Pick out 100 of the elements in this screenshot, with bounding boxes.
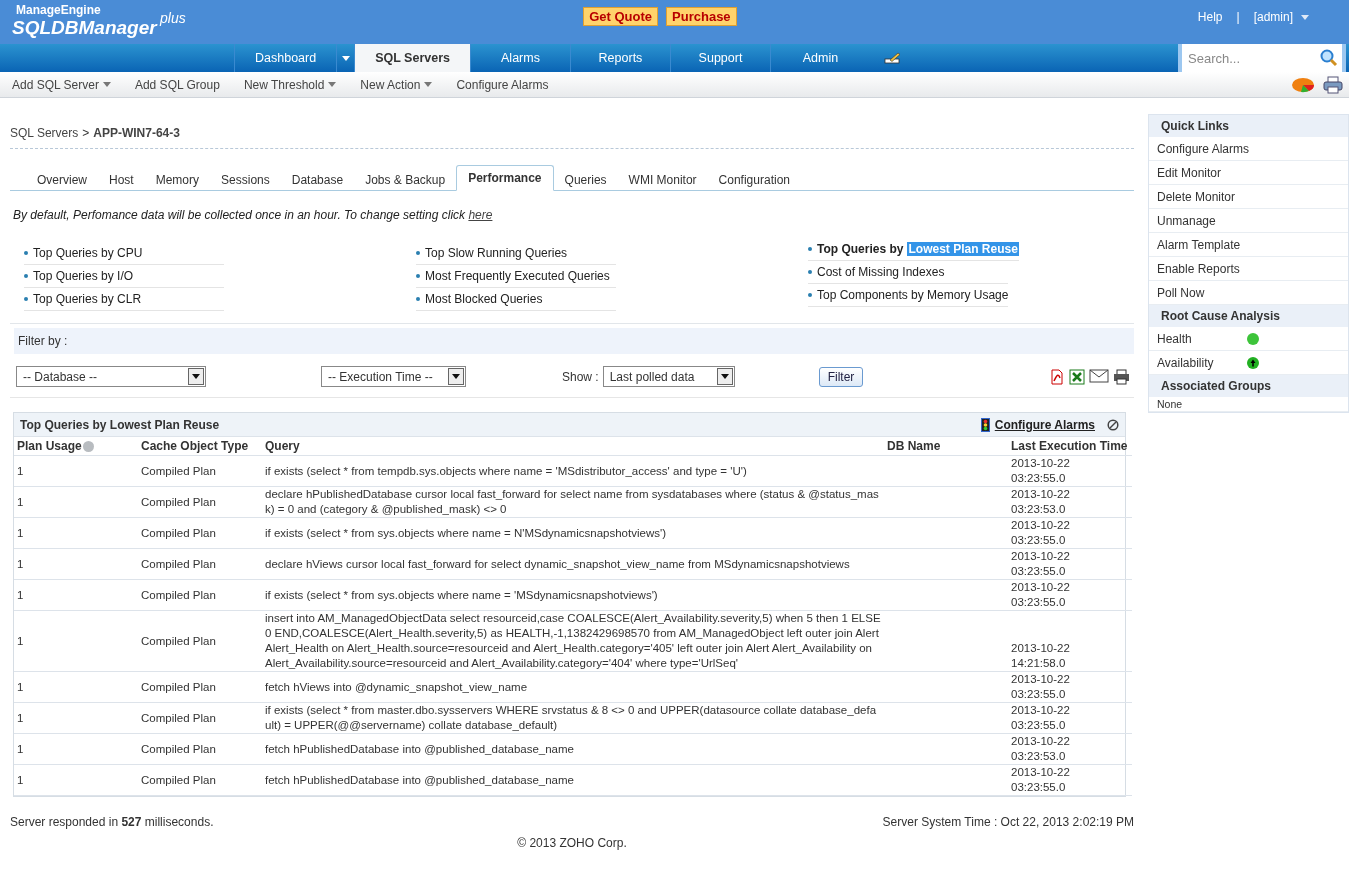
spreadsheet-icon[interactable]	[1069, 368, 1085, 385]
table-cell: 2013-10-22 03:23:55.0	[1008, 703, 1132, 734]
table-cell: 2013-10-22 14:21:58.0	[1008, 611, 1132, 672]
table-cell: 2013-10-22 03:23:55.0	[1008, 672, 1132, 703]
disable-icon[interactable]	[1107, 418, 1119, 431]
table-cell: 1	[14, 487, 138, 518]
show-label: Show :	[562, 369, 599, 384]
tab[interactable]: Jobs & Backup	[354, 169, 457, 191]
table-cell: 2013-10-22 03:23:55.0	[1008, 518, 1132, 549]
table-cell: 1	[14, 765, 138, 796]
sidebar-link[interactable]: Configure Alarms	[1149, 137, 1348, 161]
report-link[interactable]: Cost of Missing Indexes	[808, 261, 1008, 284]
dropdown[interactable]: -- Execution Time --	[321, 366, 466, 387]
filter-button[interactable]: Filter	[818, 366, 864, 387]
table-cell: 2013-10-22 03:23:55.0	[1008, 580, 1132, 611]
table-cell: Compiled Plan	[138, 456, 262, 487]
caret-icon	[192, 374, 200, 379]
sidebar-link[interactable]: Unmanage	[1149, 209, 1348, 233]
column-header: Cache Object Type	[138, 437, 262, 456]
toolbar-menu-item[interactable]: New Threshold	[243, 77, 337, 92]
table-cell: 1	[14, 549, 138, 580]
tab[interactable]: Configuration	[707, 169, 801, 191]
tab[interactable]: Host	[98, 169, 145, 191]
copyright-text: © 2013 ZOHO Corp.	[517, 836, 627, 850]
query-cell: if exists (select * from tempdb.sys.objects where name = 'MSdistributor_access' and type = 'U')	[262, 456, 884, 487]
header-button[interactable]: Get Quote	[583, 7, 659, 26]
nav-tab[interactable]: SQL Servers	[354, 44, 470, 72]
configure-alarms-link[interactable]: Configure Alarms	[994, 417, 1095, 432]
query-cell: if exists (select * from sys.objects where name = 'MSdynamicsnapshotviews')	[262, 580, 884, 611]
report-link[interactable]: Top Components by Memory Usage	[808, 284, 1009, 307]
printer-icon[interactable]	[1323, 75, 1343, 94]
report-link[interactable]: Top Queries by CLR	[24, 288, 224, 311]
query-cell: if exists (select * from master.dbo.sysservers WHERE srvstatus & 8 <> 0 and UPPER(datasource collate database_default) = UPPER(@@servername) collate database_default)	[262, 703, 884, 734]
breadcrumb-separator: >	[82, 126, 90, 140]
sidebar-heading: Root Cause Analysis	[1149, 305, 1348, 327]
query-cell: fetch hPublishedDatabase into @published_database_name	[262, 765, 884, 796]
tab[interactable]: Performance	[456, 165, 554, 191]
dropdown[interactable]: -- Database --	[16, 366, 206, 387]
report-link[interactable]: Most Blocked Queries	[416, 288, 616, 311]
report-link[interactable]: Top Queries by Lowest Plan Reuse	[808, 238, 1019, 261]
separator: |	[1236, 10, 1240, 24]
report-link[interactable]: Top Slow Running Queries	[416, 242, 616, 265]
tab[interactable]: Queries	[553, 169, 618, 191]
mail-icon[interactable]	[1089, 368, 1109, 383]
header-button[interactable]: Purchase	[666, 7, 737, 26]
table-cell: Compiled Plan	[138, 672, 262, 703]
info-icon	[82, 440, 94, 452]
table-cell: 1	[14, 734, 138, 765]
caret-icon	[452, 374, 460, 379]
breadcrumb-link[interactable]: SQL Servers	[10, 126, 79, 140]
response-time-text: Server responded in 527 milliseconds.	[10, 815, 214, 829]
table-cell: Compiled Plan	[138, 703, 262, 734]
search-icon[interactable]	[1320, 49, 1338, 67]
table-cell: 1	[14, 672, 138, 703]
edition-label: plus	[160, 10, 186, 26]
query-cell: if exists (select * from sys.objects where name = N'MSdynamicsnapshotviews')	[262, 518, 884, 549]
product-name: SQLDBManager	[12, 17, 157, 39]
brand-name: ManageEngine	[15, 4, 102, 17]
report-link[interactable]: Top Queries by I/O	[24, 265, 224, 288]
sidebar-heading: Quick Links	[1149, 115, 1348, 137]
notice-text: By default, Perfomance data will be collected once in an hour. To change setting click here	[13, 208, 494, 222]
sidebar-link[interactable]: Alarm Template	[1149, 233, 1348, 257]
toolbar-menu-item[interactable]: Add SQL Server	[12, 77, 111, 92]
table-cell: Compiled Plan	[138, 549, 262, 580]
tab[interactable]: Overview	[26, 169, 98, 191]
search-field[interactable]: Search...	[1182, 44, 1342, 72]
table-cell: 2013-10-22 03:23:55.0	[1008, 549, 1132, 580]
sidebar-link[interactable]: Edit Monitor	[1149, 161, 1348, 185]
query-cell: declare hPublishedDatabase cursor local fast_forward for select name from sysdatabases where (status & @status_mask) = 0 and (category & @published_mask) <> 0	[262, 487, 884, 518]
column-header: DB Name	[884, 437, 1008, 456]
caret-icon	[341, 55, 350, 61]
toolbar-menu-item[interactable]: New Action	[360, 77, 433, 92]
query-cell: declare hViews cursor local fast_forward for select dynamic_snapshot_view_name from MSdynamicsnapshotviews	[262, 549, 884, 580]
pie-chart-icon[interactable]	[1291, 76, 1315, 93]
sidebar-link[interactable]: Delete Monitor	[1149, 185, 1348, 209]
report-link[interactable]: Most Frequently Executed Queries	[416, 265, 616, 288]
status-label: Availability	[1157, 355, 1215, 370]
printer-icon[interactable]	[1113, 368, 1130, 385]
toolbar-menu-item[interactable]: Configure Alarms	[456, 77, 549, 92]
table-title: Top Queries by Lowest Plan Reuse	[20, 417, 220, 432]
query-cell: fetch hViews into @dynamic_snapshot_view_name	[262, 672, 884, 703]
tab[interactable]: WMI Monitor	[617, 169, 708, 191]
caret-icon	[1301, 14, 1309, 20]
dropdown[interactable]: Last polled data	[602, 366, 735, 387]
toolbar-menu-item[interactable]: Add SQL Group	[134, 77, 220, 92]
edit-icon[interactable]	[884, 52, 902, 64]
traffic-light-icon	[980, 417, 990, 432]
sidebar-link[interactable]: Enable Reports	[1149, 257, 1348, 281]
column-header: Query	[262, 437, 884, 456]
table-cell: Compiled Plan	[138, 580, 262, 611]
pdf-icon[interactable]	[1049, 368, 1065, 385]
here-link[interactable]: here	[468, 208, 493, 222]
tab[interactable]: Memory	[144, 169, 211, 191]
status-label: Health	[1157, 331, 1193, 346]
report-link[interactable]: Top Queries by CPU	[24, 242, 224, 265]
tab[interactable]: Database	[280, 169, 355, 191]
tab[interactable]: Sessions	[210, 169, 281, 191]
table-cell: Compiled Plan	[138, 734, 262, 765]
column-header: Plan Usage	[14, 437, 138, 456]
table-cell: Compiled Plan	[138, 611, 262, 672]
